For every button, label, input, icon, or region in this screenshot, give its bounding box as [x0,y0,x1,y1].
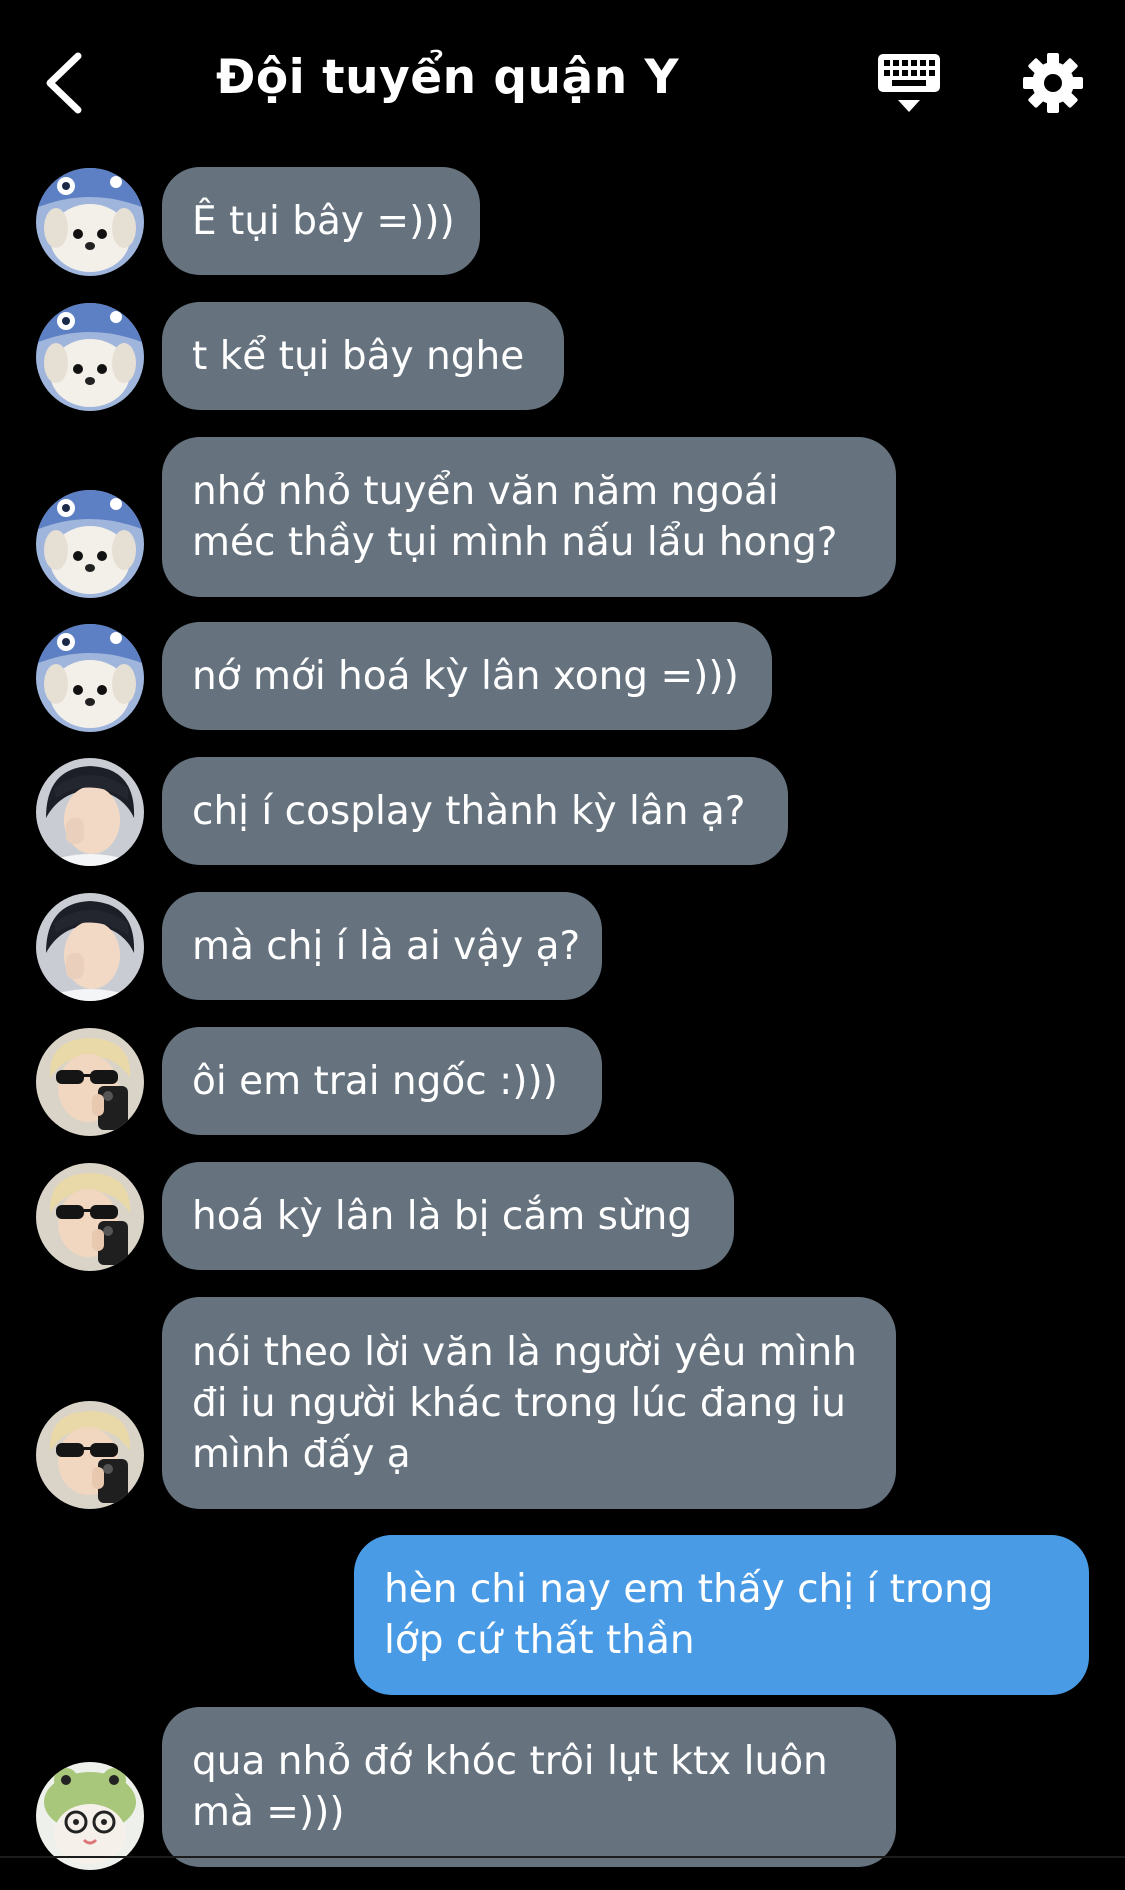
message-bubble[interactable]: chị í cosplay thành kỳ lân ạ? [162,757,788,865]
avatar[interactable] [36,1163,144,1271]
chat-title: Đội tuyển quận Y [216,50,680,105]
message-text: nớ mới hoá kỳ lân xong =))) [192,653,739,699]
message-text: chị í cosplay thành kỳ lân ạ? [192,788,746,834]
keyboard-icon [878,54,940,112]
message-bubble[interactable]: hoá kỳ lân là bị cắm sừng [162,1162,734,1270]
message-text: hèn chi nay em thấy chị í trong lớp cứ t… [384,1567,994,1663]
chat-header: Đội tuyển quận Y [0,0,1125,160]
message-bubble[interactable]: nhớ nhỏ tuyển văn năm ngoái méc thầy tụi… [162,437,896,597]
message-text: hoá kỳ lân là bị cắm sừng [192,1193,693,1239]
message-bubble[interactable]: qua nhỏ đớ khóc trôi lụt ktx luôn mà =))… [162,1707,896,1867]
frog-avatar-icon [36,1762,144,1870]
avatar[interactable] [36,1028,144,1136]
avatar[interactable] [36,893,144,1001]
boy-avatar-icon [36,758,144,866]
message-bubble[interactable]: nói theo lời văn là người yêu mình đi iu… [162,1297,896,1509]
avatar[interactable] [36,1762,144,1870]
message-bubble[interactable]: Ê tụi bây =))) [162,167,480,275]
message-text: mà chị í là ai vậy ạ? [192,923,581,969]
message-text: t kể tụi bây nghe [192,333,525,379]
sunglasses-avatar-icon [36,1163,144,1271]
keyboard-button[interactable] [876,52,942,118]
message-text: nhớ nhỏ tuyển văn năm ngoái méc thầy tụi… [192,469,838,565]
message-text: ôi em trai ngốc :))) [192,1058,558,1104]
message-text: qua nhỏ đớ khóc trôi lụt ktx luôn mà =))… [192,1739,828,1835]
message-bubble[interactable]: t kể tụi bây nghe [162,302,564,410]
sunglasses-avatar-icon [36,1028,144,1136]
back-button[interactable] [40,48,90,118]
message-bubble-outgoing[interactable]: hèn chi nay em thấy chị í trong lớp cứ t… [354,1535,1089,1695]
settings-button[interactable] [1022,52,1084,114]
avatar[interactable] [36,758,144,866]
message-bubble[interactable]: mà chị í là ai vậy ạ? [162,892,602,1000]
sunglasses-avatar-icon [36,1401,144,1509]
gear-icon [1023,53,1083,113]
message-bubble[interactable]: ôi em trai ngốc :))) [162,1027,602,1135]
avatar[interactable] [36,490,144,598]
dog-avatar-icon [36,303,144,411]
message-text: Ê tụi bây =))) [192,198,455,244]
boy-avatar-icon [36,893,144,1001]
avatar[interactable] [36,624,144,732]
divider [0,1856,1125,1858]
avatar[interactable] [36,168,144,276]
message-text: nói theo lời văn là người yêu mình đi iu… [192,1329,857,1477]
dog-avatar-icon [36,490,144,598]
message-bubble[interactable]: nớ mới hoá kỳ lân xong =))) [162,622,772,730]
avatar[interactable] [36,1401,144,1509]
chevron-left-icon [46,52,82,114]
dog-avatar-icon [36,168,144,276]
dog-avatar-icon [36,624,144,732]
avatar[interactable] [36,303,144,411]
